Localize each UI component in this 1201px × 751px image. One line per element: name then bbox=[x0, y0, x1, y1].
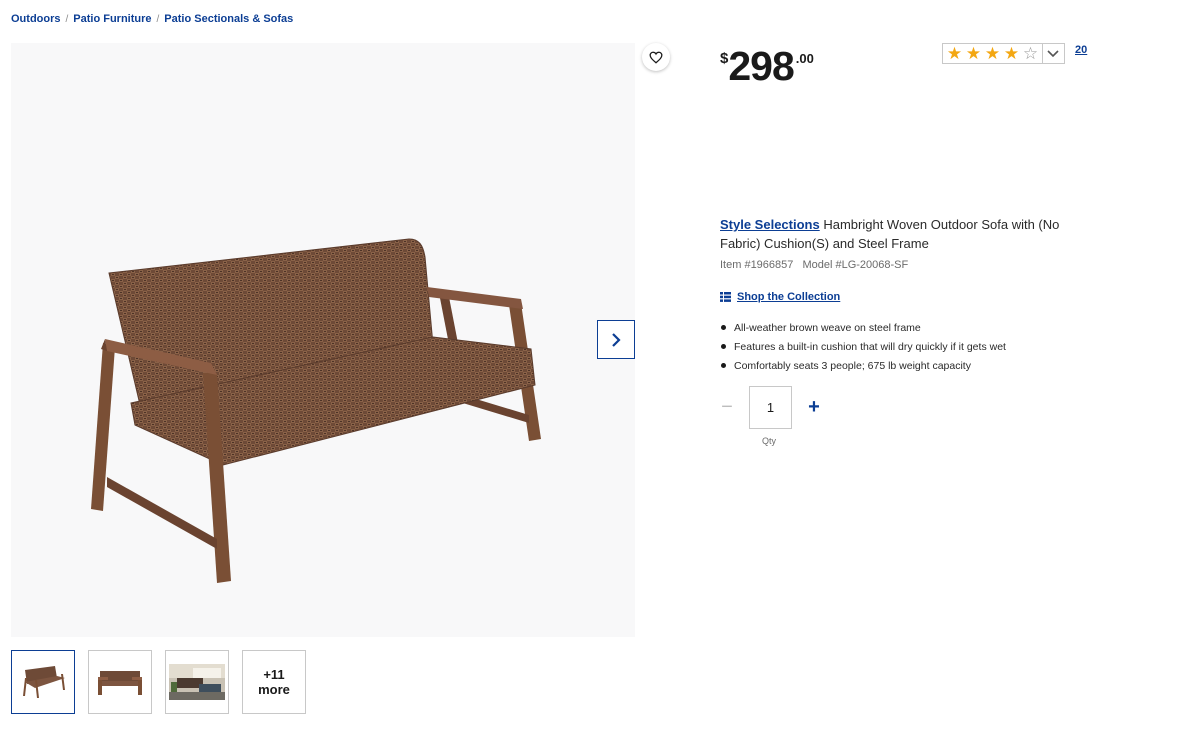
rating-stars-dropdown[interactable]: ★ ★ ★ ★ ☆ bbox=[942, 43, 1065, 64]
review-count-link[interactable]: 20 bbox=[1075, 44, 1087, 56]
product-price: $ 298 .00 bbox=[720, 44, 814, 88]
feature-item: All-weather brown weave on steel frame bbox=[720, 318, 1006, 337]
star-filled-icon: ★ bbox=[965, 44, 982, 63]
feature-item: Comfortably seats 3 people; 675 lb weigh… bbox=[720, 356, 1006, 375]
breadcrumb-separator: / bbox=[156, 13, 160, 25]
sofa-product-image bbox=[91, 238, 541, 583]
decrease-quantity-button[interactable]: − bbox=[718, 396, 736, 418]
thumbnail-1[interactable] bbox=[11, 650, 75, 714]
more-images-count: +11 bbox=[263, 667, 285, 682]
model-number: Model #LG-20068-SF bbox=[802, 259, 909, 271]
favorite-button[interactable] bbox=[642, 43, 670, 71]
shop-collection-link[interactable]: Shop the Collection bbox=[720, 291, 840, 303]
sofa-thumbnail-image bbox=[23, 666, 65, 698]
product-image-gallery[interactable] bbox=[11, 43, 635, 637]
feature-list: All-weather brown weave on steel frame F… bbox=[720, 318, 1006, 375]
thumbnail-strip: +11 more bbox=[11, 650, 306, 714]
star-empty-icon: ☆ bbox=[1022, 44, 1039, 63]
item-number: Item #1966857 bbox=[720, 259, 794, 271]
brand-link[interactable]: Style Selections bbox=[720, 217, 820, 232]
lifestyle-thumbnail-image bbox=[169, 664, 225, 700]
breadcrumb-patio-furniture[interactable]: Patio Furniture bbox=[73, 13, 151, 25]
breadcrumb-separator: / bbox=[65, 13, 69, 25]
heart-icon bbox=[649, 51, 663, 64]
collection-grid-icon bbox=[720, 292, 731, 302]
star-filled-icon: ★ bbox=[1003, 44, 1020, 63]
price-cents: .00 bbox=[795, 51, 814, 66]
quantity-label: Qty bbox=[762, 436, 777, 446]
feature-item: Features a built-in cushion that will dr… bbox=[720, 337, 1006, 356]
thumbnail-2[interactable] bbox=[88, 650, 152, 714]
increase-quantity-button[interactable]: + bbox=[805, 396, 823, 418]
quantity-stepper: − 1 + bbox=[718, 386, 823, 429]
chevron-right-icon bbox=[612, 332, 621, 347]
breadcrumb: Outdoors / Patio Furniture / Patio Secti… bbox=[11, 13, 293, 25]
star-filled-icon: ★ bbox=[984, 44, 1001, 63]
rating-widget: ★ ★ ★ ★ ☆ 20 bbox=[942, 43, 1087, 64]
shop-collection-label: Shop the Collection bbox=[737, 291, 841, 303]
quantity-input[interactable]: 1 bbox=[749, 386, 792, 429]
sofa-thumbnail-image bbox=[98, 671, 142, 695]
price-currency: $ bbox=[720, 50, 729, 67]
breadcrumb-patio-sectionals[interactable]: Patio Sectionals & Sofas bbox=[164, 13, 293, 25]
chevron-down-icon bbox=[1042, 44, 1062, 63]
product-title: Style Selections Hambright Woven Outdoor… bbox=[720, 215, 1080, 253]
price-whole: 298 bbox=[728, 43, 794, 89]
product-identifiers: Item #1966857 Model #LG-20068-SF bbox=[720, 259, 908, 271]
star-filled-icon: ★ bbox=[946, 44, 963, 63]
more-images-label: more bbox=[258, 682, 290, 697]
thumbnail-3[interactable] bbox=[165, 650, 229, 714]
thumbnail-more-button[interactable]: +11 more bbox=[242, 650, 306, 714]
breadcrumb-outdoors[interactable]: Outdoors bbox=[11, 13, 61, 25]
next-image-button[interactable] bbox=[597, 320, 635, 359]
